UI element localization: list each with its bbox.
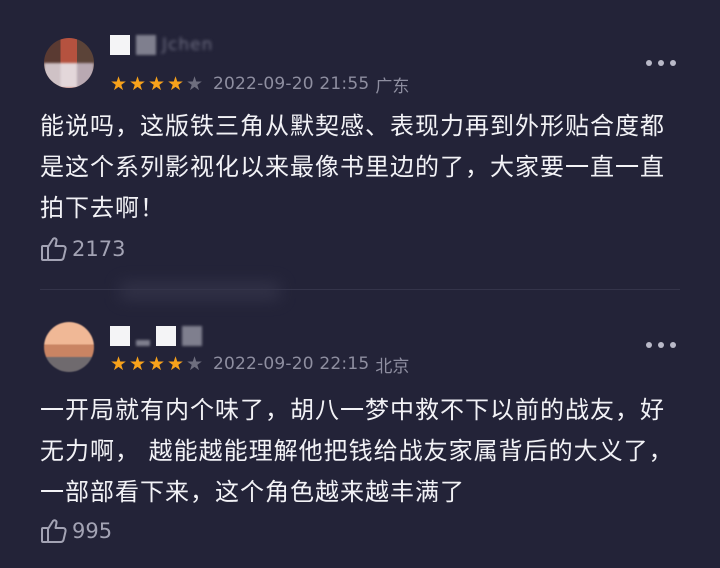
comment-card: Jchen ★ ★ ★ ★ ★ 2022-09-20 21:55 广东 能说吗，这版铁三… bbox=[0, 0, 720, 290]
thumbs-up-icon bbox=[40, 235, 68, 263]
comment-text: 一开局就有内个味了，胡八一梦中救不下以前的战友，好无力啊， 越能越能理解他把钱给… bbox=[40, 396, 674, 506]
more-dots-icon bbox=[670, 60, 676, 66]
comment-date: 2022-09-20 21:55 bbox=[213, 74, 370, 94]
comment-date: 2022-09-20 22:15 bbox=[213, 354, 370, 374]
more-dots-icon bbox=[658, 60, 664, 66]
thumbs-up-icon bbox=[40, 517, 68, 545]
username[interactable]: Jchen bbox=[110, 34, 213, 56]
comment-region: 广东 bbox=[375, 76, 410, 97]
username-redacted-block bbox=[110, 35, 130, 55]
comment-meta: ★ ★ ★ ★ ★ 2022-09-20 21:55 广东 bbox=[110, 72, 410, 97]
more-options-button[interactable] bbox=[646, 338, 676, 352]
more-dots-icon bbox=[658, 342, 664, 348]
username-redacted-block bbox=[156, 326, 176, 346]
star-icon: ★ bbox=[148, 72, 166, 95]
username-redacted-block bbox=[182, 326, 202, 346]
star-icon: ★ bbox=[129, 72, 147, 95]
username-redacted-block bbox=[110, 326, 130, 346]
like-button[interactable]: 995 bbox=[40, 517, 112, 545]
star-icon: ★ bbox=[186, 352, 204, 375]
star-icon: ★ bbox=[148, 352, 166, 375]
like-button[interactable]: 2173 bbox=[40, 235, 125, 263]
username-text: Jchen bbox=[162, 35, 214, 55]
comment-text: 能说吗，这版铁三角从默契感、表现力再到外形贴合度都是这个系列影视化以来最像书里边… bbox=[40, 112, 665, 222]
star-icon: ★ bbox=[186, 72, 204, 95]
like-count: 2173 bbox=[72, 237, 126, 261]
comment-meta: ★ ★ ★ ★ ★ 2022-09-20 22:15 北京 bbox=[110, 352, 410, 377]
username-redacted-block bbox=[136, 340, 150, 346]
star-icon: ★ bbox=[167, 352, 185, 375]
like-count: 995 bbox=[72, 519, 113, 543]
rating-stars: ★ ★ ★ ★ ★ bbox=[110, 352, 205, 375]
comment-card: ★ ★ ★ ★ ★ 2022-09-20 22:15 北京 一开局就有内个味了，胡八一梦… bbox=[0, 290, 720, 568]
username-redacted-block bbox=[136, 35, 156, 55]
star-icon: ★ bbox=[129, 352, 147, 375]
star-icon: ★ bbox=[167, 72, 185, 95]
avatar[interactable] bbox=[44, 38, 94, 88]
more-dots-icon bbox=[670, 342, 676, 348]
comment-region: 北京 bbox=[375, 356, 410, 377]
username[interactable] bbox=[110, 325, 208, 347]
more-dots-icon bbox=[646, 60, 652, 66]
more-options-button[interactable] bbox=[646, 56, 676, 70]
star-icon: ★ bbox=[110, 72, 128, 95]
rating-stars: ★ ★ ★ ★ ★ bbox=[110, 72, 205, 95]
more-dots-icon bbox=[646, 342, 652, 348]
avatar[interactable] bbox=[44, 322, 94, 372]
star-icon: ★ bbox=[110, 352, 128, 375]
